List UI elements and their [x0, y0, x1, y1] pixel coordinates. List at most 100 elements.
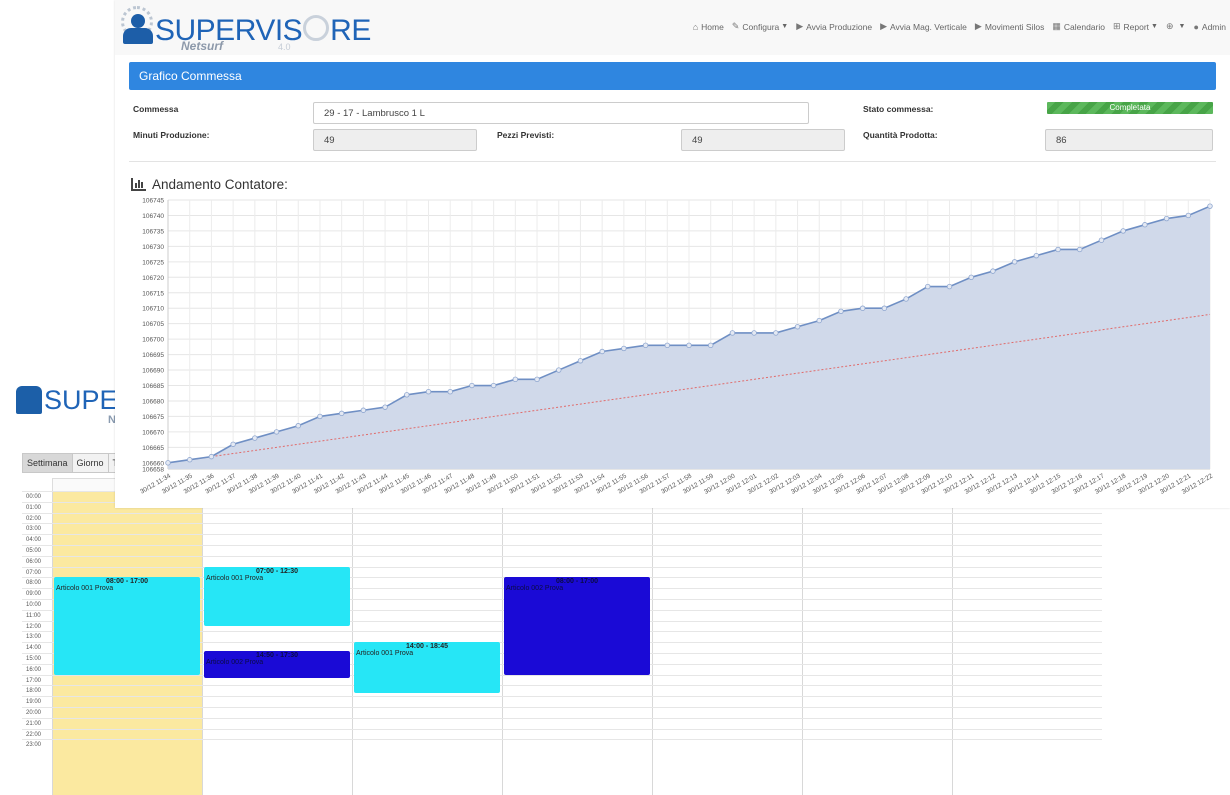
tab-giorno[interactable]: Giorno [71, 453, 109, 473]
menu-item-avvia-produzione[interactable]: ▶ Avvia Produzione [796, 21, 872, 32]
data-point [686, 342, 692, 349]
grafico-commessa-window: SUPERVIS RE Netsurf 4.0 ⌂ Home ✎ Configura ▼ ▶… [115, 0, 1230, 508]
pezzi-previsti-field[interactable]: 49 [681, 129, 845, 151]
data-point [925, 283, 931, 290]
logo-version: 4.0 [278, 42, 291, 52]
data-point [968, 274, 974, 280]
data-point [273, 429, 280, 435]
data-point [187, 457, 193, 463]
app-logo[interactable]: SUPERVIS RE Netsurf 4.0 [121, 6, 371, 53]
hour-label: 16:00 [26, 666, 42, 673]
calendar-hour-row: 02:00 [22, 512, 1102, 524]
menu-item-label: Avvia Mag. Verticale [890, 21, 967, 32]
data-point [859, 305, 866, 311]
hour-label: 12:00 [26, 623, 42, 630]
data-point [1033, 252, 1040, 259]
menu-item-admin[interactable]: ● Admin [1193, 21, 1226, 32]
event-title: Articolo 002 Prova [506, 585, 564, 593]
user-icon: ● [1193, 21, 1199, 32]
data-point [1207, 203, 1213, 209]
tab-settimana[interactable]: Settimana [22, 453, 73, 473]
y-tick-label: 106700 [142, 337, 164, 344]
event-time: 14:50 - 17:30 [255, 651, 299, 659]
calendar-hour-row: 22:00 [22, 728, 1102, 740]
calendar-hour-row: 20:00 [22, 706, 1102, 718]
hour-label: 06:00 [26, 558, 42, 565]
hour-label: 08:00 [26, 580, 42, 587]
menu-item-configura[interactable]: ✎ Configura ▼ [732, 21, 788, 32]
caret-down-icon: ▼ [1178, 23, 1186, 30]
caret-down-icon: ▼ [1151, 23, 1158, 30]
menu-item-home[interactable]: ⌂ Home [693, 21, 724, 32]
y-tick-label: 106660 [142, 460, 164, 467]
hour-label: 03:00 [26, 526, 42, 533]
logo-person-icon [16, 386, 42, 414]
menu-item-label: Home [701, 21, 724, 32]
menu-item-avvia-mag-verticale[interactable]: ▶ Avvia Mag. Verticale [880, 21, 967, 32]
data-point [1185, 212, 1191, 219]
event-time: 07:00 - 12:30 [255, 567, 299, 575]
menu-item-label: Calendario [1063, 21, 1105, 32]
menu-item-language[interactable]: ⊕ ▼ [1166, 21, 1185, 32]
calendar-hour-row: 07:00 [22, 566, 1102, 578]
y-tick-label: 106710 [142, 306, 164, 313]
data-point [773, 330, 779, 336]
data-point [425, 389, 432, 395]
y-tick-label: 106665 [142, 445, 164, 452]
calendar-event[interactable]: 14:50 - 17:30 Articolo 002 Prova [204, 650, 350, 678]
minuti-produzione-field[interactable]: 49 [313, 129, 477, 151]
play-icon: ▶ [974, 21, 982, 31]
data-point [338, 410, 345, 417]
hour-label: 17:00 [26, 677, 42, 684]
data-point [360, 407, 367, 413]
menu-item-calendario[interactable]: ▦ Calendario [1052, 21, 1105, 32]
commessa-field[interactable]: 29 - 17 - Lambrusco 1 L [313, 102, 809, 124]
hour-label: 05:00 [26, 547, 42, 554]
data-point [1011, 259, 1018, 265]
commessa-label: Commessa [133, 104, 179, 114]
quantita-prodotta-field[interactable]: 86 [1045, 129, 1213, 151]
hour-label: 09:00 [26, 591, 42, 598]
menu-item-report[interactable]: ⊞ Report ▼ [1113, 21, 1158, 32]
hour-label: 23:00 [26, 742, 42, 749]
data-point [382, 404, 388, 410]
wrench-icon: ✎ [731, 21, 740, 31]
calendar-event[interactable]: 07:00 - 12:30 Articolo 001 Prova [204, 566, 350, 626]
data-point [230, 441, 236, 447]
y-tick-label: 106675 [142, 414, 164, 421]
menu-item-label: Configura [742, 21, 780, 32]
divider [129, 161, 1216, 162]
data-point [794, 324, 801, 330]
data-point [946, 283, 953, 290]
calendar-event[interactable]: 14:00 - 18:45 Articolo 001 Prova [354, 642, 500, 694]
menu-item-movimenti-silos[interactable]: ▶ Movimenti Silos [975, 21, 1044, 32]
panel-title: Grafico Commessa [129, 62, 1216, 90]
data-point [1120, 228, 1126, 234]
calendar-event[interactable]: 08:00 - 17:00 Articolo 001 Prova [54, 577, 200, 675]
calendar-hour-row: 04:00 [22, 534, 1102, 545]
calendar-grid: Lun 00:0001:0002:0003:0004:0005:0006:000… [22, 478, 1102, 795]
menu-item-label: Report [1123, 21, 1150, 32]
table-icon: ⊞ [1112, 21, 1121, 31]
caret-down-icon: ▼ [781, 23, 789, 30]
counter-chart: 106658106660 106665 106670 106675 106680 1066… [139, 198, 1214, 496]
stato-commessa-label: Stato commessa: [863, 104, 934, 114]
y-tick-label: 106730 [142, 244, 164, 251]
data-point [881, 305, 888, 311]
pezzi-previsti-label: Pezzi Previsti: [497, 130, 555, 140]
event-title: Articolo 002 Prova [206, 658, 264, 666]
main-menu: ⌂ Home ✎ Configura ▼ ▶ Avvia Produzione ▶ Avvia … [685, 21, 1226, 32]
y-tick-label: 106705 [142, 321, 164, 328]
y-tick-label: 106658 [142, 467, 164, 474]
event-time: 14:00 - 18:45 [405, 643, 449, 651]
data-point [208, 453, 215, 460]
event-time: 08:00 - 17:00 [105, 578, 149, 586]
status-badge: Completata [1047, 102, 1213, 114]
data-point [404, 392, 410, 398]
data-point [469, 382, 475, 389]
calendar-event[interactable]: 08:00 - 17:00 Articolo 002 Prova [504, 577, 650, 675]
hour-label: 04:00 [26, 537, 42, 544]
hour-label: 22:00 [26, 731, 42, 738]
hour-label: 21:00 [26, 720, 42, 727]
calendar-view-tabs: Settimana Giorno Ti [22, 453, 125, 473]
